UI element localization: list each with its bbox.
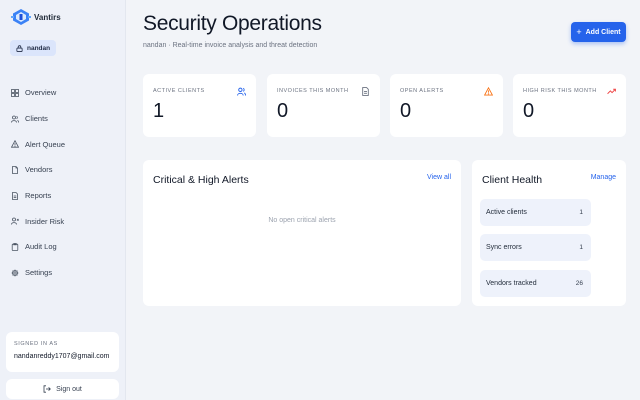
grid-icon [11,88,19,97]
stat-value: 0 [400,100,412,122]
sidebar-item-label: Insider Risk [25,216,65,226]
vantirs-logo-icon [11,9,31,25]
sidebar-item-label: Settings [25,268,53,278]
signed-in-email: nandanreddy1707@gmail.com [14,353,110,360]
signed-in-card: SIGNED IN AS nandanreddy1707@gmail.com [6,332,119,372]
health-row-label: Sync errors [486,244,522,251]
document-icon [12,191,18,200]
alerts-empty-state: No open critical alerts [268,217,336,224]
file-icon [12,166,18,174]
stat-card-open-alerts[interactable]: OPEN ALERTS 0 [390,74,503,137]
signed-in-label: SIGNED IN AS [14,341,58,347]
logout-icon [43,385,52,393]
sidebar: Vantirs nandan Overview Clients Alert Qu… [0,0,126,400]
health-row-sync-errors[interactable]: Sync errors 1 [480,234,591,261]
alerts-panel: Critical & High Alerts View all No open … [143,160,461,306]
stat-value: 0 [523,100,535,122]
sidebar-item-audit-log[interactable]: Audit Log [10,234,118,260]
sidebar-item-vendors[interactable]: Vendors [10,157,118,183]
trending-up-icon [607,88,616,95]
users-icon [11,115,19,123]
sidebar-item-insider-risk[interactable]: Insider Risk [10,208,118,234]
sidebar-item-label: Audit Log [25,242,57,252]
health-row-value: 1 [579,209,583,216]
sidebar-item-label: Overview [25,88,57,98]
user-x-icon [11,217,19,225]
manage-link[interactable]: Manage [591,174,616,181]
alert-triangle-icon [11,140,19,148]
sidebar-item-settings[interactable]: Settings [10,260,118,286]
page-subtitle: nandan · Real-time invoice analysis and … [143,42,318,49]
stat-label: HIGH RISK THIS MONTH [523,88,597,94]
stat-card-invoices[interactable]: INVOICES THIS MONTH 0 [267,74,380,137]
clipboard-icon [11,243,19,251]
add-client-label: Add Client [585,28,621,36]
health-row-active-clients[interactable]: Active clients 1 [480,199,591,226]
workspace-chip[interactable]: nandan [10,40,57,56]
sign-out-label: Sign out [56,385,82,393]
stat-value: 1 [153,100,165,122]
health-row-vendors-tracked[interactable]: Vendors tracked 26 [480,270,591,297]
gear-icon [11,269,19,277]
add-client-button[interactable]: + Add Client [571,22,626,42]
sidebar-item-label: Vendors [25,165,53,175]
sidebar-item-label: Alert Queue [25,139,66,149]
stat-label: OPEN ALERTS [400,88,444,94]
page-title: Security Operations [143,12,322,35]
sidebar-item-label: Reports [25,191,52,201]
users-icon [237,87,246,96]
sidebar-item-label: Clients [25,114,48,124]
view-all-link[interactable]: View all [427,174,451,181]
stat-label: ACTIVE CLIENTS [153,88,205,94]
stat-card-high-risk[interactable]: HIGH RISK THIS MONTH 0 [513,74,626,137]
health-row-value: 26 [575,280,583,287]
health-row-label: Active clients [486,209,527,216]
client-health-panel: Client Health Manage Active clients 1 Sy… [472,160,626,306]
stat-label: INVOICES THIS MONTH [277,88,349,94]
brand[interactable]: Vantirs [11,8,61,26]
brand-name: Vantirs [34,12,61,22]
plus-icon: + [576,26,582,37]
alert-triangle-icon [484,87,493,96]
sign-out-button[interactable]: Sign out [6,379,119,399]
alerts-panel-title: Critical & High Alerts [153,174,249,186]
sidebar-nav: Overview Clients Alert Queue Vendors Rep… [10,80,118,286]
lock-icon [16,44,23,52]
sidebar-item-clients[interactable]: Clients [10,106,118,132]
workspace-chip-label: nandan [27,44,51,52]
health-row-label: Vendors tracked [486,280,537,287]
stat-value: 0 [277,100,289,122]
sidebar-item-overview[interactable]: Overview [10,80,118,106]
sidebar-item-reports[interactable]: Reports [10,183,118,209]
document-icon [362,87,369,96]
stat-card-active-clients[interactable]: ACTIVE CLIENTS 1 [143,74,256,137]
sidebar-item-alert-queue[interactable]: Alert Queue [10,131,118,157]
client-health-title: Client Health [482,174,543,186]
health-row-value: 1 [579,244,583,251]
